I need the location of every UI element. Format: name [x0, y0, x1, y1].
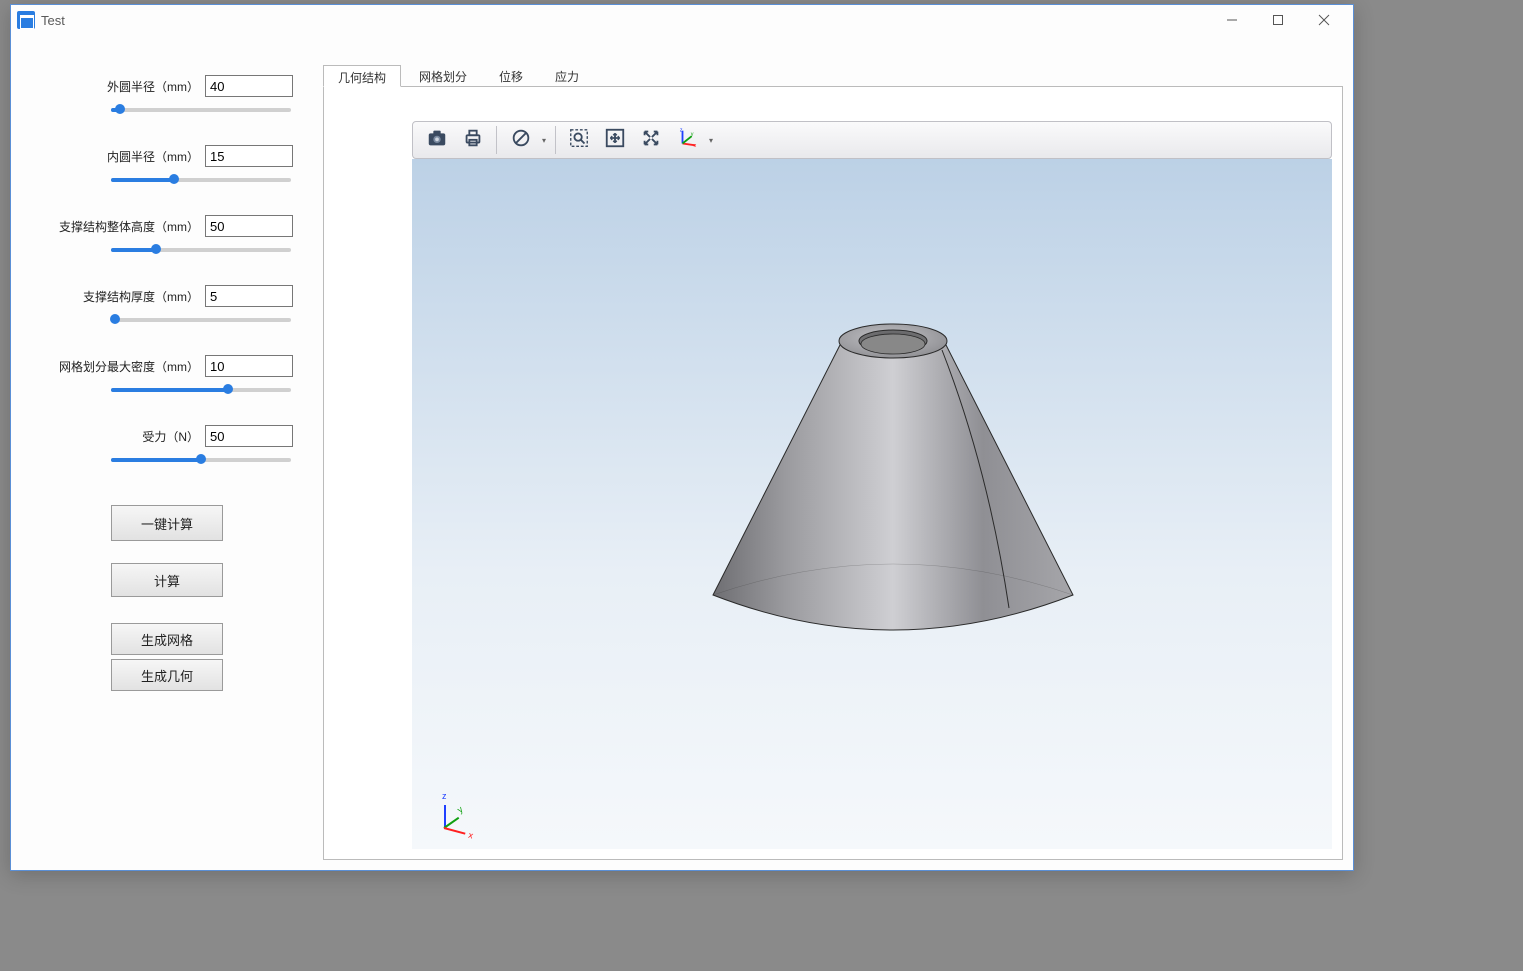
close-button[interactable] [1301, 5, 1347, 35]
height-slider[interactable] [111, 241, 291, 257]
minimize-button[interactable] [1209, 5, 1255, 35]
svg-text:y: y [691, 131, 694, 137]
one-click-calc-button[interactable]: 一键计算 [111, 505, 223, 541]
calc-button[interactable]: 计算 [111, 563, 223, 597]
svg-text:z: z [680, 127, 683, 133]
geometry-cone [683, 295, 1103, 675]
svg-text:x: x [694, 143, 697, 149]
parameter-sidebar: 外圆半径（mm） 内圆半径（mm） [11, 35, 323, 870]
param-force: 受力（N） [41, 425, 293, 467]
inner-radius-label: 内圆半径（mm） [107, 148, 199, 165]
app-window: Test 外圆半径（mm） [10, 4, 1354, 871]
mesh-density-input[interactable] [205, 355, 293, 377]
inner-radius-slider[interactable] [111, 171, 291, 187]
height-input[interactable] [205, 215, 293, 237]
print-button[interactable] [456, 125, 490, 155]
viewer-toolbar: z xy [412, 121, 1332, 159]
fit-view-button[interactable] [598, 125, 632, 155]
zoom-box-button[interactable] [562, 125, 596, 155]
tab-mesh[interactable]: 网格划分 [405, 65, 481, 86]
no-entry-icon [510, 127, 532, 154]
window-controls [1209, 5, 1347, 35]
force-slider[interactable] [111, 451, 291, 467]
window-title: Test [41, 13, 1209, 28]
force-label: 受力（N） [142, 428, 199, 445]
param-outer-radius: 外圆半径（mm） [41, 75, 293, 117]
tab-displacement[interactable]: 位移 [485, 65, 537, 86]
print-icon [462, 127, 484, 154]
thickness-label: 支撑结构厚度（mm） [83, 288, 199, 305]
3d-viewport[interactable] [412, 159, 1332, 849]
zoom-box-icon [568, 127, 590, 154]
main-panel: 几何结构 网格划分 位移 应力 [323, 35, 1353, 870]
inner-radius-input[interactable] [205, 145, 293, 167]
viewer-frame: z xy [323, 87, 1343, 860]
outer-radius-input[interactable] [205, 75, 293, 97]
fit-view-icon [604, 127, 626, 154]
force-input[interactable] [205, 425, 293, 447]
thickness-input[interactable] [205, 285, 293, 307]
mesh-density-slider[interactable] [111, 381, 291, 397]
tab-geometry[interactable]: 几何结构 [323, 65, 401, 87]
x-axis-icon [444, 827, 466, 835]
generate-mesh-button[interactable]: 生成网格 [111, 623, 223, 655]
height-label: 支撑结构整体高度（mm） [59, 218, 199, 235]
param-height: 支撑结构整体高度（mm） [41, 215, 293, 257]
generate-geometry-button[interactable]: 生成几何 [111, 659, 223, 691]
param-inner-radius: 内圆半径（mm） [41, 145, 293, 187]
snapshot-button[interactable] [420, 125, 454, 155]
visibility-dropdown[interactable] [503, 125, 549, 155]
mesh-density-label: 网格划分最大密度（mm） [59, 358, 199, 375]
tab-stress[interactable]: 应力 [541, 65, 593, 86]
axis-triad [442, 791, 482, 831]
outer-radius-slider[interactable] [111, 101, 291, 117]
camera-icon [426, 127, 448, 154]
reset-view-button[interactable] [634, 125, 668, 155]
outer-radius-label: 外圆半径（mm） [107, 78, 199, 95]
thickness-slider[interactable] [111, 311, 291, 327]
param-thickness: 支撑结构厚度（mm） [41, 285, 293, 327]
titlebar: Test [11, 5, 1353, 35]
axes-dropdown[interactable]: z xy [670, 125, 716, 155]
view-tabs: 几何结构 网格划分 位移 应力 [323, 65, 1343, 87]
app-icon [17, 11, 35, 29]
axes-icon: z xy [677, 127, 699, 154]
param-mesh-density: 网格划分最大密度（mm） [41, 355, 293, 397]
maximize-button[interactable] [1255, 5, 1301, 35]
expand-arrows-icon [640, 127, 662, 154]
